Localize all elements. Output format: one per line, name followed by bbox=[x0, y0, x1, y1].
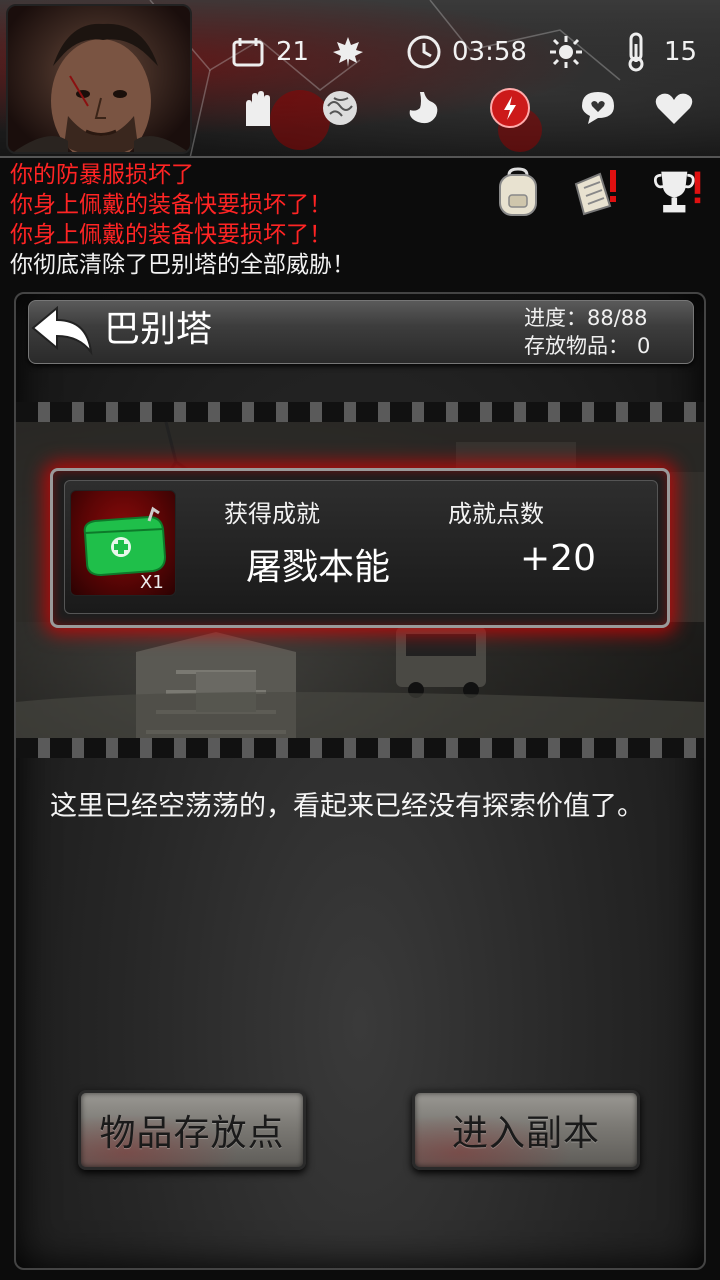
back-button[interactable] bbox=[30, 304, 96, 360]
temperature-value: 15 bbox=[664, 37, 698, 67]
storage-point-label: 物品存放点 bbox=[99, 1113, 285, 1154]
temperature-indicator: 15 bbox=[618, 30, 697, 74]
storage-point-button[interactable]: 物品存放点 bbox=[78, 1090, 306, 1170]
achievement-name: 屠戮本能 bbox=[246, 547, 391, 588]
season-indicator bbox=[330, 30, 366, 74]
achievement-points: +20 bbox=[520, 538, 596, 579]
calendar-icon bbox=[230, 34, 266, 70]
notes-icon bbox=[574, 170, 616, 216]
survivor-face-icon bbox=[13, 23, 189, 152]
log-line: 你身上佩戴的装备快要损坏了！ bbox=[10, 222, 332, 248]
achievement-points-label: 成就点数 bbox=[448, 500, 544, 528]
enter-dungeon-button[interactable]: 进入副本 bbox=[412, 1090, 640, 1170]
progress-row: 进度： 88/88 bbox=[524, 304, 684, 332]
backpack-icon bbox=[499, 167, 537, 216]
time-value: 03:58 bbox=[452, 37, 527, 67]
enter-dungeon-label: 进入副本 bbox=[451, 1113, 600, 1154]
location-description: 这里已经空荡荡的，看起来已经没有探索价值了。 bbox=[50, 791, 644, 822]
day-value: 21 bbox=[276, 37, 310, 67]
weather-indicator bbox=[548, 30, 584, 74]
trophy-icon bbox=[653, 171, 701, 213]
heart-status-icon[interactable] bbox=[652, 86, 696, 130]
progress-label: 进度： bbox=[524, 306, 587, 330]
day-counter: 21 bbox=[230, 30, 309, 74]
back-arrow-icon bbox=[31, 306, 93, 356]
film-strip-bottom bbox=[16, 738, 704, 758]
sun-icon bbox=[548, 34, 584, 70]
backpack-button[interactable] bbox=[492, 166, 544, 218]
thermometer-icon bbox=[618, 32, 654, 72]
character-portrait[interactable] bbox=[6, 4, 192, 154]
achievement-obtained-label: 获得成就 bbox=[224, 500, 320, 528]
stored-items-value: 0 bbox=[637, 334, 651, 358]
reward-item-count: X1 bbox=[140, 572, 164, 593]
log-line: 你身上佩戴的装备快要损坏了！ bbox=[10, 192, 332, 218]
brain-status-icon[interactable] bbox=[318, 86, 362, 130]
mood-status-icon[interactable] bbox=[576, 86, 620, 130]
hands-status-icon[interactable] bbox=[236, 86, 280, 130]
log-line: 你的防暴服损坏了 bbox=[10, 162, 194, 188]
progress-value: 88/88 bbox=[587, 306, 648, 330]
achievements-button[interactable] bbox=[652, 166, 704, 218]
stored-items-label: 存放物品： bbox=[524, 334, 629, 358]
clock-icon bbox=[406, 34, 442, 70]
maple-leaf-icon bbox=[330, 34, 366, 70]
location-title: 巴别塔 bbox=[104, 309, 213, 350]
stored-items-row: 存放物品： 0 bbox=[524, 332, 684, 360]
quest-notes-button[interactable] bbox=[570, 166, 622, 218]
clock: 03:58 bbox=[406, 30, 527, 74]
log-line: 你彻底清除了巴别塔的全部威胁！ bbox=[10, 252, 355, 278]
location-progress: 进度： 88/88 存放物品： 0 bbox=[524, 304, 684, 360]
stomach-status-icon[interactable] bbox=[400, 86, 444, 130]
message-log: 你的防暴服损坏了 你身上佩戴的装备快要损坏了！ 你身上佩戴的装备快要损坏了！ 你… bbox=[10, 160, 480, 280]
health-alert-icon[interactable] bbox=[488, 86, 532, 130]
